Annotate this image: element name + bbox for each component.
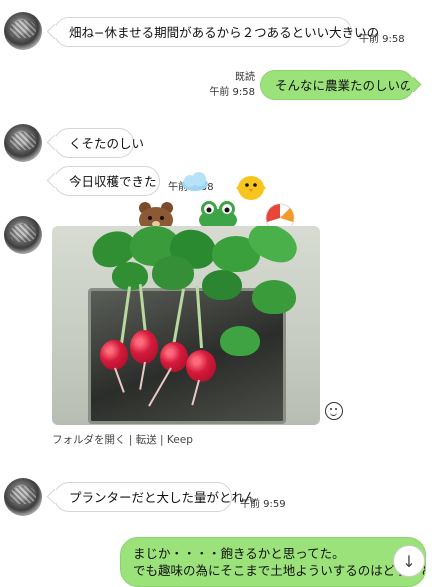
avatar[interactable] — [4, 12, 42, 50]
message-line: でも趣味の為にそこまで土地よういするのはどうかと。 — [133, 563, 426, 578]
message-bubble[interactable]: くそたのしい — [54, 128, 144, 158]
read-receipt: 既読 — [235, 72, 255, 83]
avatar[interactable] — [4, 478, 42, 516]
timestamp: 午前 9:58 — [359, 34, 405, 45]
radish — [160, 342, 188, 372]
message-text: プランターだと大した量がとれん — [69, 490, 257, 505]
avatar[interactable] — [4, 124, 42, 162]
leaf — [152, 256, 194, 290]
avatar[interactable] — [4, 216, 42, 254]
my-message-bubble[interactable]: そんなに農業たのしいの？ — [260, 70, 425, 100]
radish — [130, 330, 158, 364]
emoji-reaction-icon[interactable] — [325, 402, 343, 420]
leaf — [220, 326, 260, 356]
scroll-down-button[interactable]: ↓ — [393, 545, 425, 577]
radish — [100, 340, 128, 370]
message-text: 今日収穫できた — [69, 174, 157, 189]
leaf — [202, 270, 242, 300]
message-bubble[interactable]: 畑ね−休ませる期間があるから２つあるといい大きいの — [54, 17, 379, 47]
message-text: くそたのしい — [69, 136, 145, 151]
message-text: そんなに農業たのしいの？ — [275, 78, 426, 93]
timestamp: 午前 9:58 — [209, 87, 255, 98]
radish-photo[interactable] — [52, 226, 320, 425]
leaf — [252, 280, 296, 314]
radish — [186, 350, 216, 382]
message-text: 畑ね−休ませる期間があるから２つあるといい大きいの — [69, 25, 380, 40]
cloud-stamp-icon — [180, 172, 210, 192]
message-line: まじか・・・・飽きるかと思ってた。 — [133, 546, 345, 561]
my-message-bubble[interactable]: まじか・・・・飽きるかと思ってた。 でも趣味の為にそこまで土地よういするのはどう… — [120, 537, 426, 587]
message-bubble[interactable]: 今日収穫できた — [54, 166, 160, 196]
timestamp: 午前 9:59 — [240, 499, 286, 510]
photo-actions[interactable]: フォルダを開く | 転送 | Keep — [52, 432, 193, 447]
message-bubble[interactable]: プランターだと大した量がとれん — [54, 482, 257, 512]
arrow-down-icon: ↓ — [402, 551, 416, 571]
chick-stamp-icon — [234, 170, 268, 202]
